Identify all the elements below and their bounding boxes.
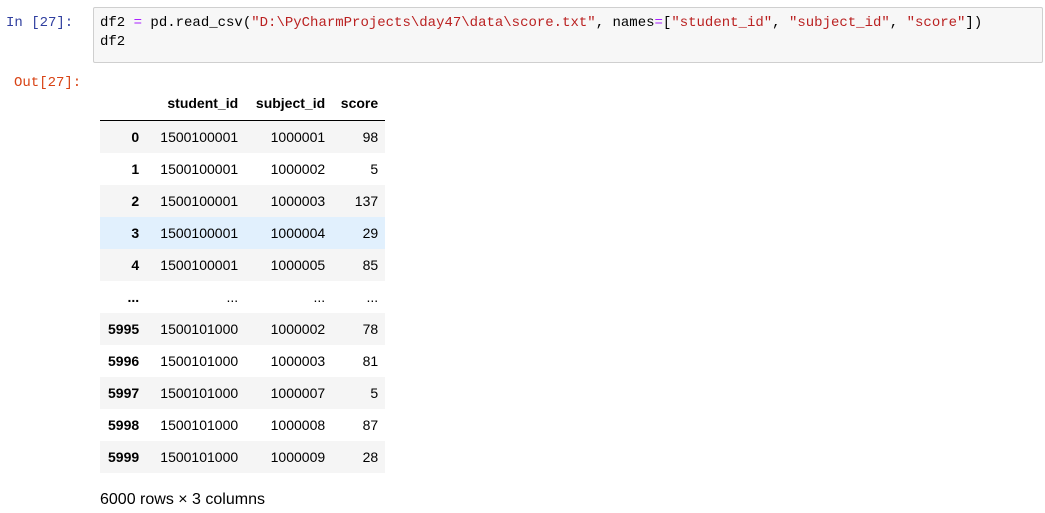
cell-subject-id: 1000009 [270,449,326,465]
output-area: student_id subject_id score 0 1500100001… [100,88,386,473]
header-row: student_id subject_id score [100,88,386,121]
cell-student-id: 1500101000 [160,449,239,465]
cell-subject-id: 1000005 [270,257,326,273]
cell-subject-id: 1000007 [270,385,326,401]
code-token: pd.read_csv( [142,15,252,31]
row-index: 0 [131,129,140,145]
cell-student-id: 1500100001 [160,161,239,177]
code-operator: = [654,15,663,31]
cell-subject-id: ... [313,289,326,305]
code-string: "score" [906,15,966,31]
cell-score: 5 [370,161,379,177]
cell-student-id: 1500100001 [160,257,239,273]
code-string-path: "D:\PyCharmProjects\day47\data\score.txt… [251,15,596,31]
row-index: 3 [131,225,140,241]
cell-score: ... [366,289,379,305]
code-token: df2 [100,34,126,50]
dataframe-shape-summary: 6000 rows × 3 columns [100,491,265,508]
cell-score: 28 [362,449,379,465]
code-token: , names [595,15,655,31]
column-header-score: score [332,88,386,121]
cell-student-id: 1500100001 [160,129,239,145]
row-index: 5999 [108,449,140,465]
code-token: df2 [100,15,134,31]
dataframe-table: student_id subject_id score 0 1500100001… [100,88,386,473]
input-prompt: In [27]: [6,15,74,31]
table-row: 2 1500100001 1000003 137 [100,185,386,217]
code-operator: = [133,15,143,31]
table-row: 5996 1500101000 1000003 81 [100,345,386,377]
cell-score: 5 [370,385,379,401]
code-string: "student_id" [671,15,773,31]
cell-student-id: 1500101000 [160,385,239,401]
cell-subject-id: 1000002 [270,321,326,337]
index-header [100,88,147,121]
cell-score: 87 [362,417,379,433]
code-token: , [772,15,789,31]
table-row-ellipsis: ... ... ... ... [100,281,386,313]
cell-subject-id: 1000003 [270,193,326,209]
cell-score: 137 [354,193,379,209]
table-row: 0 1500100001 1000001 98 [100,120,386,153]
row-index: 2 [131,193,140,209]
output-prompt: Out[27]: [14,75,82,91]
column-header-subject-id: subject_id [245,88,333,121]
table-row: 1 1500100001 1000002 5 [100,153,386,185]
cell-student-id: ... [226,289,239,305]
code-string: "subject_id" [788,15,890,31]
cell-subject-id: 1000001 [270,129,326,145]
row-index: ... [127,289,140,305]
code-editor[interactable]: df2 = pd.read_csv("D:\PyCharmProjects\da… [94,8,1042,52]
code-input-area[interactable]: df2 = pd.read_csv("D:\PyCharmProjects\da… [93,7,1043,63]
cell-score: 29 [362,225,379,241]
table-row: 5997 1500101000 1000007 5 [100,377,386,409]
code-token: ]) [965,15,983,31]
cell-student-id: 1500100001 [160,193,239,209]
cell-student-id: 1500101000 [160,353,239,369]
cell-score: 78 [362,321,379,337]
cell-student-id: 1500100001 [160,225,239,241]
row-index: 5996 [108,353,140,369]
row-index: 5995 [108,321,140,337]
table-row: 5998 1500101000 1000008 87 [100,409,386,441]
cell-score: 85 [362,257,379,273]
table-row: 4 1500100001 1000005 85 [100,249,386,281]
table-row-highlighted: 3 1500100001 1000004 29 [100,217,386,249]
row-index: 1 [131,161,140,177]
column-header-student-id: student_id [146,88,246,121]
cell-student-id: 1500101000 [160,321,239,337]
cell-subject-id: 1000002 [270,161,326,177]
cell-score: 81 [362,353,379,369]
cell-student-id: 1500101000 [160,417,239,433]
row-index: 5997 [108,385,140,401]
row-index: 5998 [108,417,140,433]
cell-subject-id: 1000003 [270,353,326,369]
table-row: 5999 1500101000 1000009 28 [100,441,386,473]
code-token: , [889,15,907,31]
cell-subject-id: 1000004 [270,225,326,241]
cell-subject-id: 1000008 [270,417,326,433]
row-index: 4 [131,257,140,273]
cell-score: 98 [362,129,379,145]
table-row: 5995 1500101000 1000002 78 [100,313,386,345]
